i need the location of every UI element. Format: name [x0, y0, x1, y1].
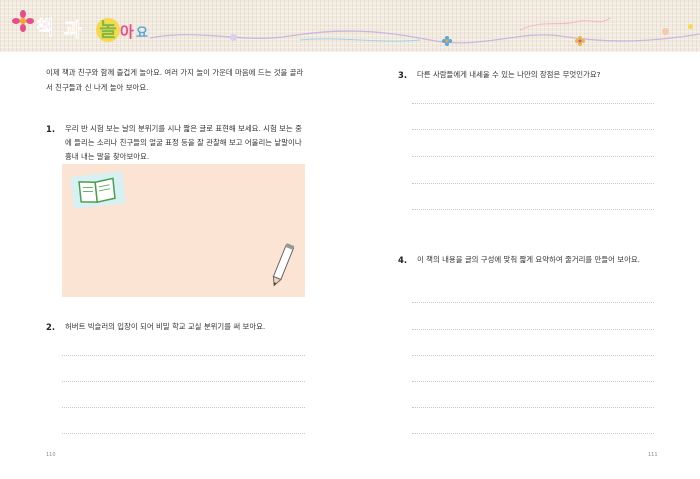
- logo-char-2: 과: [64, 19, 82, 42]
- writing-line[interactable]: [412, 329, 654, 330]
- page-number-left: 110: [46, 452, 56, 458]
- logo-char-4: 아: [120, 23, 134, 41]
- header-banner: 책 과 놀 아 요: [0, 0, 700, 52]
- writing-line[interactable]: [62, 381, 305, 382]
- logo: 책 과 놀 아 요: [12, 10, 162, 48]
- writing-line[interactable]: [412, 209, 654, 210]
- question-2: 2. 허버트 빅슬러의 입장이 되어 비밀 학교 교실 분위기를 써 보아요.: [46, 320, 308, 334]
- writing-line[interactable]: [412, 433, 654, 434]
- question-4: 4. 이 책의 내용을 글의 구성에 맞춰 짧게 요약하여 줄거리를 만들어 보…: [398, 253, 660, 267]
- writing-line[interactable]: [62, 433, 305, 434]
- decorative-dot: [230, 34, 237, 41]
- flower-icon: [442, 36, 452, 46]
- question-4-number: 4.: [398, 255, 408, 265]
- question-1-number: 1.: [46, 124, 56, 134]
- question-1: 1. 우리 반 시험 보는 날의 분위기를 시나 짧은 글로 표현해 보세요. …: [46, 122, 308, 164]
- drawing-area[interactable]: [62, 164, 305, 297]
- question-3-text: 다른 사람들에게 내세울 수 있는 나만의 장점은 무엇인가요?: [417, 70, 601, 79]
- writing-line[interactable]: [412, 407, 654, 408]
- writing-line[interactable]: [62, 407, 305, 408]
- flower-icon: [575, 36, 585, 46]
- question-1-text: 우리 반 시험 보는 날의 분위기를 시나 짧은 글로 표현해 보세요. 시험 …: [65, 124, 302, 161]
- decorative-dot: [688, 24, 693, 29]
- logo-char-5: 요: [136, 26, 148, 41]
- question-3: 3. 다른 사람들에게 내세울 수 있는 나만의 장점은 무엇인가요?: [398, 68, 660, 82]
- decorative-dot: [662, 28, 669, 35]
- question-2-number: 2.: [46, 322, 56, 332]
- writing-line[interactable]: [62, 355, 305, 356]
- book-icon: [70, 171, 126, 209]
- writing-line[interactable]: [412, 355, 654, 356]
- question-2-text: 허버트 빅슬러의 입장이 되어 비밀 학교 교실 분위기를 써 보아요.: [65, 322, 266, 331]
- flower-icon: [12, 10, 34, 32]
- writing-line[interactable]: [412, 103, 654, 104]
- writing-line[interactable]: [412, 302, 654, 303]
- writing-line[interactable]: [412, 129, 654, 130]
- writing-line[interactable]: [412, 183, 654, 184]
- question-4-text: 이 책의 내용을 글의 구성에 맞춰 짧게 요약하여 줄거리를 만들어 보아요.: [417, 255, 641, 264]
- writing-line[interactable]: [412, 156, 654, 157]
- logo-char-3: 놀: [96, 18, 120, 42]
- question-3-number: 3.: [398, 70, 408, 80]
- intro-text: 이제 책과 친구와 함께 즐겁게 놀아요. 여러 가지 놀이 가운데 마음에 드…: [46, 68, 304, 92]
- logo-char-1: 책: [36, 17, 54, 40]
- writing-line[interactable]: [412, 381, 654, 382]
- pencil-icon: [272, 243, 295, 287]
- page-number-right: 111: [648, 452, 658, 458]
